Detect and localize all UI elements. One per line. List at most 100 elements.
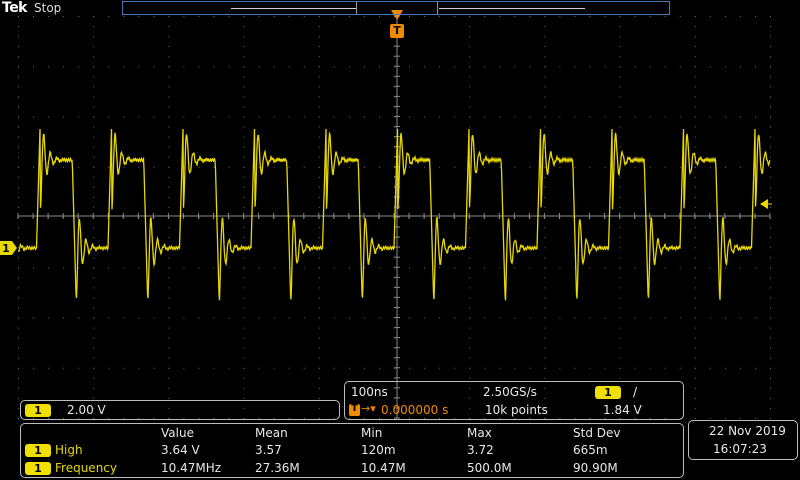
grid-dot [243, 377, 245, 379]
record-view-window[interactable] [356, 2, 438, 14]
grid-dot [33, 16, 34, 17]
grid-dot [469, 357, 471, 359]
grid-dot [424, 267, 426, 269]
grid-dot [499, 66, 501, 68]
ch1-ground-marker[interactable]: 1 [0, 240, 18, 256]
grid-dot [439, 16, 441, 17]
grid-dot [108, 166, 110, 168]
table-row[interactable]: 1 High 3.64 V 3.57 120m 3.72 665m [21, 443, 683, 459]
grid-dot [664, 66, 666, 68]
grid-dot [604, 116, 606, 118]
grid-dot [770, 387, 771, 389]
grid-dot [168, 327, 170, 329]
grid-dot [770, 367, 771, 369]
grid-dot [679, 66, 681, 68]
datetime-panel[interactable]: 22 Nov 2019 16:07:23 [688, 420, 798, 460]
grid-dot [108, 367, 110, 369]
grid-dot [379, 317, 380, 319]
grid-dot [694, 227, 696, 229]
grid-dot [529, 166, 531, 168]
grid-dot [243, 56, 245, 58]
grid-dot [619, 317, 621, 319]
grid-dot [619, 277, 621, 279]
grid-dot [48, 66, 50, 68]
horizontal-trigger-panel[interactable]: 100ns 2.50GS/s 1 / T →▾ 0.000000 s 10k p… [344, 381, 684, 420]
grid-dot [544, 277, 546, 279]
grid-dot [604, 166, 606, 168]
grid-dot [770, 136, 771, 138]
grid-dot [138, 267, 140, 269]
grid-dot [213, 16, 215, 17]
grid-dot [243, 36, 245, 38]
grid-dot [348, 116, 350, 118]
grid-dot [770, 26, 771, 28]
grid-dot [544, 307, 546, 309]
channel-scale-panel[interactable]: 1 2.00 V [20, 400, 340, 420]
grid-dot [168, 136, 170, 138]
grid-dot [544, 347, 546, 349]
grid-dot [333, 317, 335, 319]
table-row[interactable]: 1 Frequency 10.47MHz 27.36M 10.47M 500.0… [21, 461, 683, 477]
record-view-bar[interactable] [122, 1, 670, 15]
grid-dot [78, 317, 80, 319]
grid-dot [243, 327, 245, 329]
grid-dot [469, 237, 471, 239]
grid-dot [574, 66, 576, 68]
grid-dot [243, 186, 245, 188]
grid-dot [93, 297, 95, 299]
grid-dot [409, 317, 410, 319]
measurements-panel[interactable]: Value Mean Min Max Std Dev 1 High 3.64 V… [20, 423, 684, 478]
grid-dot [469, 247, 471, 249]
grid-dot [619, 186, 621, 188]
grid-dot [123, 66, 125, 68]
grid-dot [454, 16, 456, 17]
grid-dot [770, 377, 771, 379]
grid-dot [168, 206, 170, 208]
grid-dot [243, 96, 245, 98]
grid-dot [93, 166, 95, 168]
grid-dot [514, 367, 516, 369]
grid-dot [318, 146, 320, 148]
grid-dot [93, 36, 95, 38]
grid-dot [755, 66, 756, 68]
grid-dot [484, 267, 486, 269]
grid-dot [439, 66, 441, 68]
record-line-left [231, 8, 357, 9]
grid-dot [709, 418, 711, 419]
grid-dot [484, 367, 486, 369]
grid-dot [63, 367, 65, 369]
grid-dot [33, 66, 34, 68]
trigger-position-glyph: T [351, 403, 358, 414]
horizontal-position: 0.000000 s [381, 403, 449, 417]
grid-dot [469, 287, 471, 289]
grid-dot [424, 66, 426, 68]
grid-dot [123, 267, 125, 269]
grid-dot [664, 317, 666, 319]
grid-dot [303, 367, 305, 369]
grid-dot [619, 46, 621, 48]
grid-dot [619, 247, 621, 249]
grid-dot [363, 16, 365, 17]
grid-dot [739, 367, 741, 369]
grid-dot [589, 166, 591, 168]
trigger-marker[interactable]: T [390, 24, 404, 38]
grid-dot [694, 206, 696, 208]
grid-dot [93, 347, 95, 349]
grid-dot [288, 16, 290, 17]
run-state[interactable]: Stop [34, 1, 61, 15]
grid-dot [770, 176, 771, 178]
grid-dot [123, 367, 125, 369]
grid-dot [469, 86, 471, 88]
grid-dot [273, 367, 275, 369]
grid-dot [93, 176, 95, 178]
grid-dot [318, 136, 320, 138]
grid-dot [770, 106, 771, 108]
grid-dot [363, 66, 365, 68]
grid-dot [33, 317, 34, 319]
grid-dot [724, 367, 726, 369]
grid-dot [18, 146, 19, 148]
grid-dot [409, 267, 410, 269]
grid-dot [694, 96, 696, 98]
grid-dot [348, 367, 350, 369]
grid-dot [454, 267, 456, 269]
